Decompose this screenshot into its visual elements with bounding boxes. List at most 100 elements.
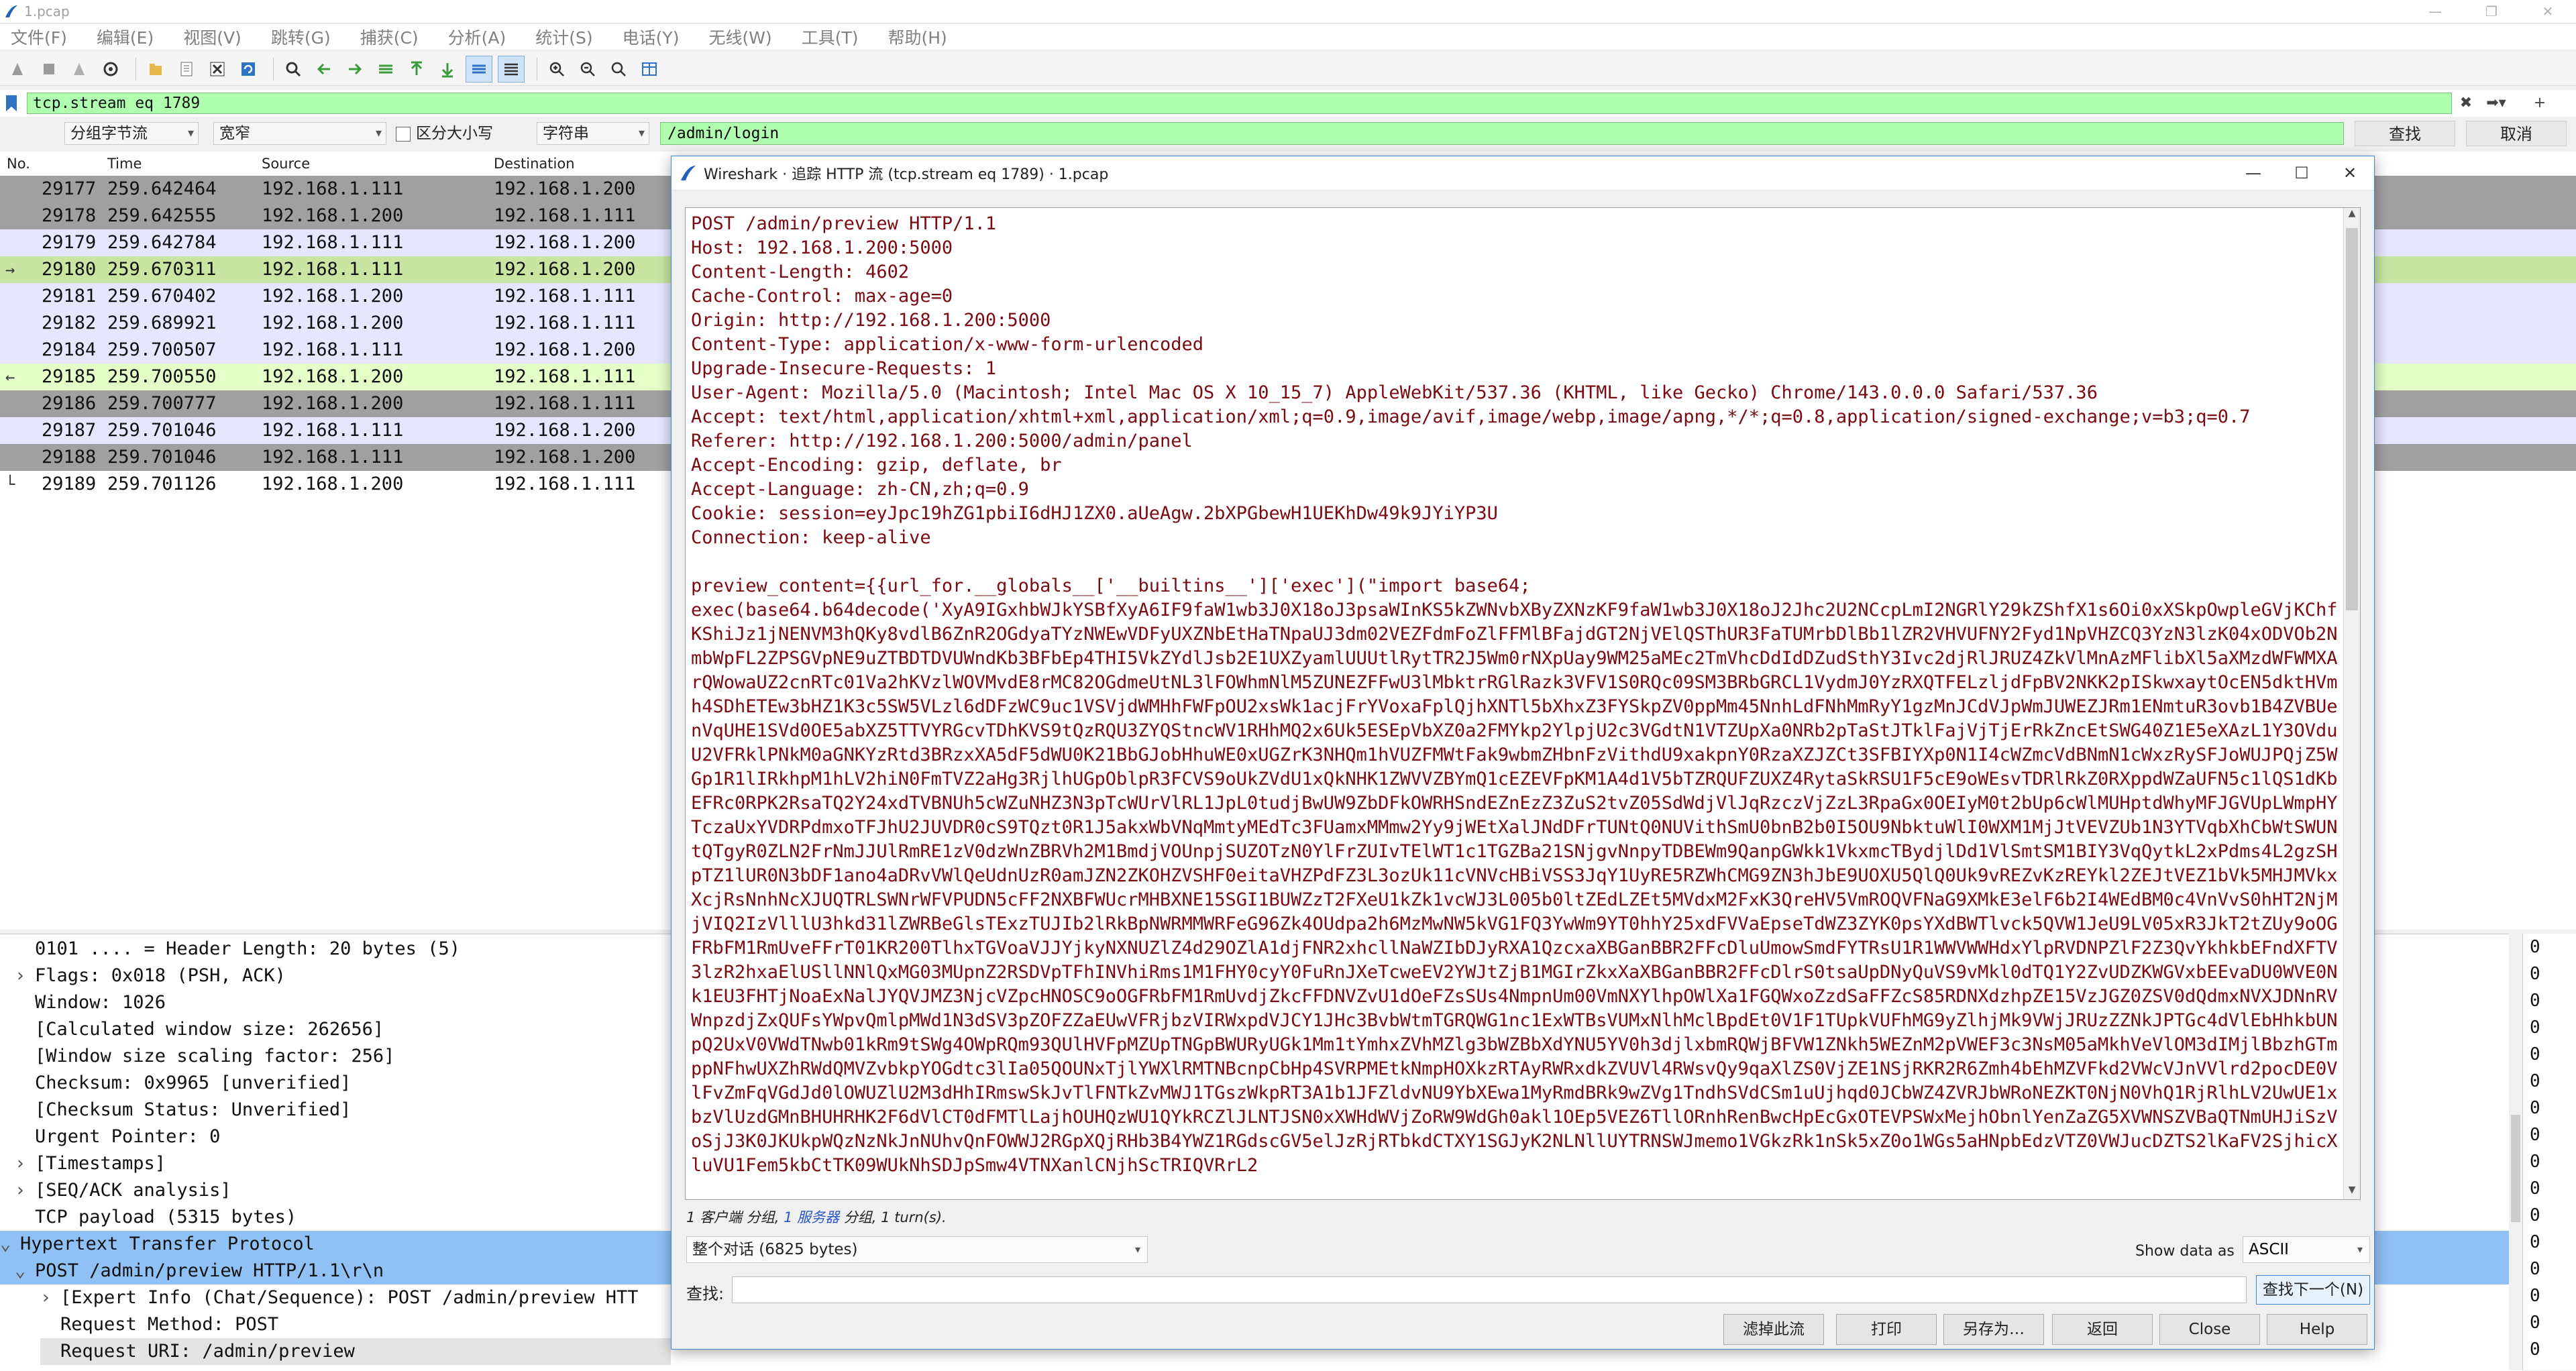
detail-line[interactable]: [Window size scaling factor: 256] [15, 1043, 394, 1070]
show-data-as-select[interactable]: ASCII ▾ [2243, 1236, 2370, 1263]
detail-line[interactable]: Window: 1026 [15, 989, 166, 1016]
menu-telephony[interactable]: 电话(Y) [623, 25, 680, 49]
col-time[interactable]: Time [107, 156, 142, 172]
detail-line[interactable]: Checksum: 0x9965 [unverified] [15, 1070, 351, 1097]
dialog-close-button[interactable]: ✕ [2326, 156, 2374, 190]
resize-columns-icon[interactable] [637, 56, 662, 82]
col-source[interactable]: Source [262, 156, 310, 172]
detail-text: Hypertext Transfer Protocol [20, 1233, 315, 1254]
detail-line[interactable]: 0101 .... = Header Length: 20 bytes (5) [15, 936, 460, 963]
search-in-select[interactable]: 分组字节流 ▾ [64, 122, 199, 145]
reload-file-icon[interactable] [235, 56, 261, 82]
dialog-window-controls: — ☐ ✕ [2229, 156, 2374, 190]
menu-go[interactable]: 跳转(G) [271, 25, 331, 49]
add-filter-button-icon[interactable]: + [2529, 93, 2551, 113]
stream-scrollbar[interactable]: ▲ ▼ [2343, 208, 2360, 1199]
detail-line[interactable]: [Calculated window size: 262656] [15, 1016, 384, 1043]
expand-toggle-icon[interactable]: › [15, 1150, 35, 1177]
expand-toggle-icon[interactable]: › [15, 963, 35, 989]
back-button[interactable]: 返回 [2052, 1314, 2153, 1345]
restart-capture-icon[interactable] [67, 56, 93, 82]
menu-tools[interactable]: 工具(T) [802, 25, 859, 49]
detail-line[interactable]: › [Timestamps] [15, 1150, 166, 1177]
stream-content-box[interactable]: POST /admin/preview HTTP/1.1 Host: 192.1… [685, 207, 2361, 1200]
find-next-button[interactable]: 查找下一个(N) [2256, 1275, 2370, 1305]
cancel-find-button[interactable]: 取消 [2466, 121, 2567, 146]
case-sensitive-checkbox[interactable]: 区分大小写 [396, 122, 493, 145]
zoom-in-icon[interactable] [544, 56, 570, 82]
expand-toggle-icon[interactable]: ⌄ [15, 1258, 35, 1284]
expand-toggle-icon[interactable]: › [40, 1284, 60, 1311]
close-button[interactable]: ✕ [2520, 0, 2576, 23]
menu-analyze[interactable]: 分析(A) [448, 25, 506, 49]
close-file-icon[interactable] [205, 56, 230, 82]
help-button[interactable]: Help [2267, 1314, 2367, 1345]
scroll-down-icon[interactable]: ▼ [2344, 1185, 2360, 1199]
conversation-select[interactable]: 整个对话 (6825 bytes) ▾ [686, 1236, 1148, 1263]
expand-toggle-icon[interactable]: ⌄ [0, 1231, 20, 1258]
menu-view[interactable]: 视图(V) [183, 25, 241, 49]
details-scrollbar[interactable] [2509, 934, 2522, 1370]
zoom-out-icon[interactable] [575, 56, 600, 82]
first-packet-icon[interactable] [404, 56, 429, 82]
char-width-select[interactable]: 宽窄 ▾ [213, 122, 386, 145]
menu-statistics[interactable]: 统计(S) [535, 25, 592, 49]
detail-line[interactable]: Request Method: POST [40, 1311, 278, 1338]
find-button[interactable]: 查找 [2355, 121, 2455, 146]
detail-line[interactable]: TCP payload (5315 bytes) [15, 1204, 297, 1231]
normal-size-icon[interactable] [606, 56, 631, 82]
go-to-packet-icon[interactable] [373, 56, 398, 82]
stream-content-text[interactable]: POST /admin/preview HTTP/1.1 Host: 192.1… [691, 212, 2340, 1199]
menu-wireless[interactable]: 无线(W) [708, 25, 771, 49]
detail-line[interactable]: › [Expert Info (Chat/Sequence): POST /adm… [40, 1284, 639, 1311]
detail-line[interactable]: Request URI: /admin/preview [40, 1338, 671, 1365]
search-type-select[interactable]: 字符串 ▾ [537, 122, 649, 145]
detail-line[interactable]: Urgent Pointer: 0 [15, 1123, 220, 1150]
menu-file[interactable]: 文件(F) [11, 25, 67, 49]
hex-offset: 0 [2530, 1071, 2540, 1091]
col-no[interactable]: No. [7, 156, 30, 172]
find-packet-icon[interactable] [280, 56, 306, 82]
start-capture-icon[interactable] [5, 56, 31, 82]
maximize-button[interactable]: ❐ [2463, 0, 2520, 23]
minimize-button[interactable]: — [2407, 0, 2463, 23]
server-packets-info: 1 服务器 [784, 1209, 840, 1225]
title-bar: 1.pcap — ❐ ✕ [0, 0, 2576, 23]
col-destination[interactable]: Destination [494, 156, 575, 172]
menu-capture[interactable]: 捕获(C) [360, 25, 419, 49]
filter-out-stream-button[interactable]: 滤掉此流 [1723, 1314, 1824, 1345]
dialog-minimize-button[interactable]: — [2229, 156, 2277, 190]
detail-line[interactable]: › Flags: 0x018 (PSH, ACK) [15, 963, 286, 989]
detail-line[interactable]: [Checksum Status: Unverified] [15, 1097, 351, 1123]
go-back-icon[interactable] [311, 56, 337, 82]
print-button[interactable]: 打印 [1836, 1314, 1937, 1345]
colorize-icon[interactable] [498, 55, 525, 83]
stop-capture-icon[interactable] [36, 56, 62, 82]
auto-scroll-icon[interactable] [466, 55, 492, 83]
scroll-thumb[interactable] [2511, 1115, 2520, 1222]
save-as-button[interactable]: 另存为… [1943, 1314, 2044, 1345]
bookmark-icon[interactable] [4, 94, 23, 113]
capture-options-icon[interactable] [98, 56, 123, 82]
save-file-icon[interactable] [174, 56, 199, 82]
display-filter-bar: tcp.stream eq 1789 ✖ ➡▾ + [0, 90, 2576, 117]
menu-edit[interactable]: 编辑(E) [97, 25, 154, 49]
dialog-find-input[interactable] [732, 1276, 2247, 1303]
find-query-input[interactable]: /admin/login [660, 122, 2344, 145]
detail-line[interactable]: › [SEQ/ACK analysis] [15, 1177, 231, 1204]
go-forward-icon[interactable] [342, 56, 368, 82]
menu-bar: 文件(F) 编辑(E) 视图(V) 跳转(G) 捕获(C) 分析(A) 统计(S… [0, 24, 2576, 50]
close-dialog-button[interactable]: Close [2159, 1314, 2260, 1345]
display-filter-input[interactable]: tcp.stream eq 1789 [27, 93, 2452, 114]
last-packet-icon[interactable] [435, 56, 460, 82]
open-file-icon[interactable] [143, 56, 168, 82]
packet-destination: 192.168.1.200 [494, 420, 636, 441]
clear-filter-icon[interactable]: ✖ [2455, 93, 2477, 113]
expand-toggle-icon[interactable]: › [15, 1177, 35, 1204]
dialog-maximize-button[interactable]: ☐ [2277, 156, 2326, 190]
menu-help[interactable]: 帮助(H) [888, 25, 947, 49]
packet-destination: 192.168.1.200 [494, 178, 636, 199]
apply-filter-icon[interactable]: ➡▾ [2478, 93, 2514, 113]
scroll-thumb[interactable] [2346, 228, 2358, 610]
scroll-up-icon[interactable]: ▲ [2344, 208, 2360, 223]
